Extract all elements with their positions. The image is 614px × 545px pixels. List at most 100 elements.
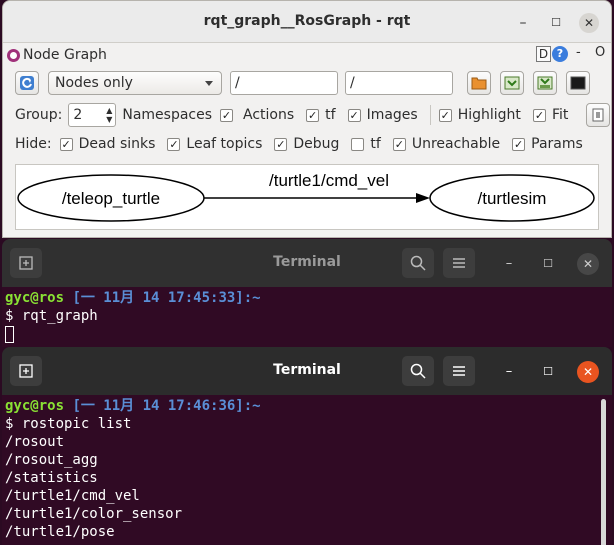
plugin-title: Node Graph: [23, 47, 107, 63]
fit-in-view-button[interactable]: [586, 103, 611, 127]
output-line: /rosout_agg: [5, 452, 98, 468]
prompt-timestamp: [一 11月 14 17:45:33]:~: [72, 290, 261, 306]
save-graph-icon: [504, 76, 520, 90]
help-icon[interactable]: ?: [552, 46, 568, 62]
maximize-button[interactable]: ☐: [546, 13, 566, 33]
terminal-1-title: Terminal: [273, 254, 341, 270]
plugin-header: Node Graph D ? - O: [7, 45, 607, 65]
fit-label: Fit: [551, 107, 569, 123]
search-icon: [410, 255, 426, 271]
highlight-label: Highlight: [457, 107, 521, 123]
group-spinbox[interactable]: 2 ▲ ▼: [68, 103, 117, 127]
terminal-1-body[interactable]: gyc@ros [一 11月 14 17:45:33]:~ $ rqt_grap…: [2, 287, 612, 345]
rqt-titlebar[interactable]: rqt_graph__RosGraph - rqt – ☐ ✕: [3, 1, 611, 43]
hide-tf-option[interactable]: tf: [351, 136, 381, 152]
output-line: /rosout: [5, 434, 65, 450]
fit-option[interactable]: ✓ Fit: [532, 107, 569, 123]
terminal-2-titlebar[interactable]: Terminal – ☐ ✕: [2, 347, 612, 395]
refresh-button[interactable]: [15, 71, 39, 95]
terminal-2-title: Terminal: [273, 362, 341, 378]
search-button[interactable]: [402, 248, 434, 278]
tf-label: tf: [325, 107, 336, 123]
graph-svg: /teleop_turtle /turtle1/cmd_vel /turtles…: [17, 171, 595, 222]
unreachable-checkbox[interactable]: ✓: [392, 137, 406, 151]
save-image-icon: [537, 76, 553, 90]
tf-option[interactable]: ✓ tf: [306, 107, 336, 123]
output-line: /statistics: [5, 470, 98, 486]
tf-checkbox[interactable]: ✓: [306, 108, 320, 122]
node-filter-input[interactable]: /: [230, 71, 338, 95]
plugin-debug-button[interactable]: D: [536, 46, 551, 62]
leaf-topics-checkbox[interactable]: ✓: [167, 137, 181, 151]
search-button[interactable]: [402, 356, 434, 386]
params-label: Params: [531, 136, 583, 152]
save-svg-button[interactable]: [533, 71, 557, 95]
hide-tf-checkbox[interactable]: [351, 137, 365, 151]
minimize-button[interactable]: –: [513, 13, 533, 33]
folder-icon: [471, 77, 487, 90]
terminal-1-minimize-button[interactable]: –: [498, 253, 520, 275]
search-icon: [410, 363, 426, 379]
terminal-window-2: Terminal – ☐ ✕ gyc@ros [一 11月 14 17:46:3…: [2, 347, 612, 545]
refresh-icon: [20, 76, 34, 90]
highlight-option[interactable]: ✓ Highlight: [438, 107, 521, 123]
terminal-2-body[interactable]: gyc@ros [一 11月 14 17:46:36]:~ $ rostopic…: [2, 395, 612, 543]
menu-button[interactable]: [443, 356, 475, 386]
terminal-1-titlebar[interactable]: Terminal – ☐ ✕: [2, 239, 612, 287]
output-line: /turtle1/cmd_vel: [5, 488, 140, 504]
close-button[interactable]: ✕: [579, 13, 599, 33]
load-dot-button[interactable]: [467, 71, 491, 95]
unreachable-option[interactable]: ✓ Unreachable: [392, 136, 500, 152]
dead-sinks-option[interactable]: ✓ Dead sinks: [59, 136, 156, 152]
images-label: Images: [366, 107, 418, 123]
dead-sinks-label: Dead sinks: [78, 136, 156, 152]
namespaces-label: Namespaces: [122, 107, 213, 123]
hamburger-icon: [453, 366, 465, 376]
topic-filter-input[interactable]: /: [345, 71, 453, 95]
mode-select[interactable]: Nodes only: [48, 71, 222, 95]
spin-up-icon[interactable]: ▲: [106, 106, 112, 115]
terminal-2-command: $ rostopic list: [5, 416, 132, 432]
terminal-cursor: [5, 326, 14, 343]
menu-button[interactable]: [443, 248, 475, 278]
screen-icon: [570, 76, 586, 90]
params-checkbox[interactable]: ✓: [512, 137, 526, 151]
namespaces-checkbox[interactable]: ✓: [220, 108, 234, 122]
terminal-1-close-button[interactable]: ✕: [577, 253, 599, 275]
fit-checkbox[interactable]: ✓: [532, 108, 546, 122]
hamburger-icon: [453, 258, 465, 268]
highlight-checkbox[interactable]: ✓: [438, 108, 452, 122]
separator: [429, 105, 431, 125]
terminal-2-minimize-button[interactable]: –: [498, 361, 520, 383]
group-label: Group:: [15, 107, 63, 123]
edge-arrowhead: [416, 193, 430, 203]
leaf-topics-label: Leaf topics: [186, 136, 263, 152]
terminal-2-scrollbar[interactable]: [601, 399, 606, 545]
hide-row: Hide: ✓ Dead sinks ✓ Leaf topics ✓ Debug…: [15, 136, 595, 152]
chevron-down-icon: [205, 81, 213, 86]
debug-label: Debug: [293, 136, 340, 152]
leaf-topics-option[interactable]: ✓ Leaf topics: [167, 136, 262, 152]
debug-option[interactable]: ✓ Debug: [274, 136, 339, 152]
prompt-timestamp: [一 11月 14 17:46:36]:~: [72, 398, 261, 414]
images-option[interactable]: ✓ Images: [347, 107, 418, 123]
terminal-2-close-button[interactable]: ✕: [577, 361, 599, 383]
dead-sinks-checkbox[interactable]: ✓: [59, 137, 73, 151]
actions-option[interactable]: Actions: [243, 107, 294, 123]
plugin-close-button[interactable]: O: [595, 45, 605, 60]
params-option[interactable]: ✓ Params: [512, 136, 583, 152]
save-image-button[interactable]: [566, 71, 590, 95]
save-dot-button[interactable]: [500, 71, 524, 95]
namespaces-option[interactable]: Namespaces ✓: [122, 107, 239, 123]
debug-checkbox[interactable]: ✓: [274, 137, 288, 151]
terminal-1-maximize-button[interactable]: ☐: [537, 253, 559, 275]
actions-label: Actions: [243, 107, 295, 123]
terminal-2-maximize-button[interactable]: ☐: [537, 361, 559, 383]
prompt-user: gyc@ros: [5, 398, 65, 414]
plugin-minimize-button[interactable]: -: [576, 45, 581, 60]
graph-canvas[interactable]: /teleop_turtle /turtle1/cmd_vel /turtles…: [15, 164, 599, 230]
images-checkbox[interactable]: ✓: [347, 108, 361, 122]
group-value: 2: [73, 107, 83, 123]
fit-view-icon: [592, 108, 604, 122]
spin-down-icon[interactable]: ▼: [106, 115, 112, 124]
